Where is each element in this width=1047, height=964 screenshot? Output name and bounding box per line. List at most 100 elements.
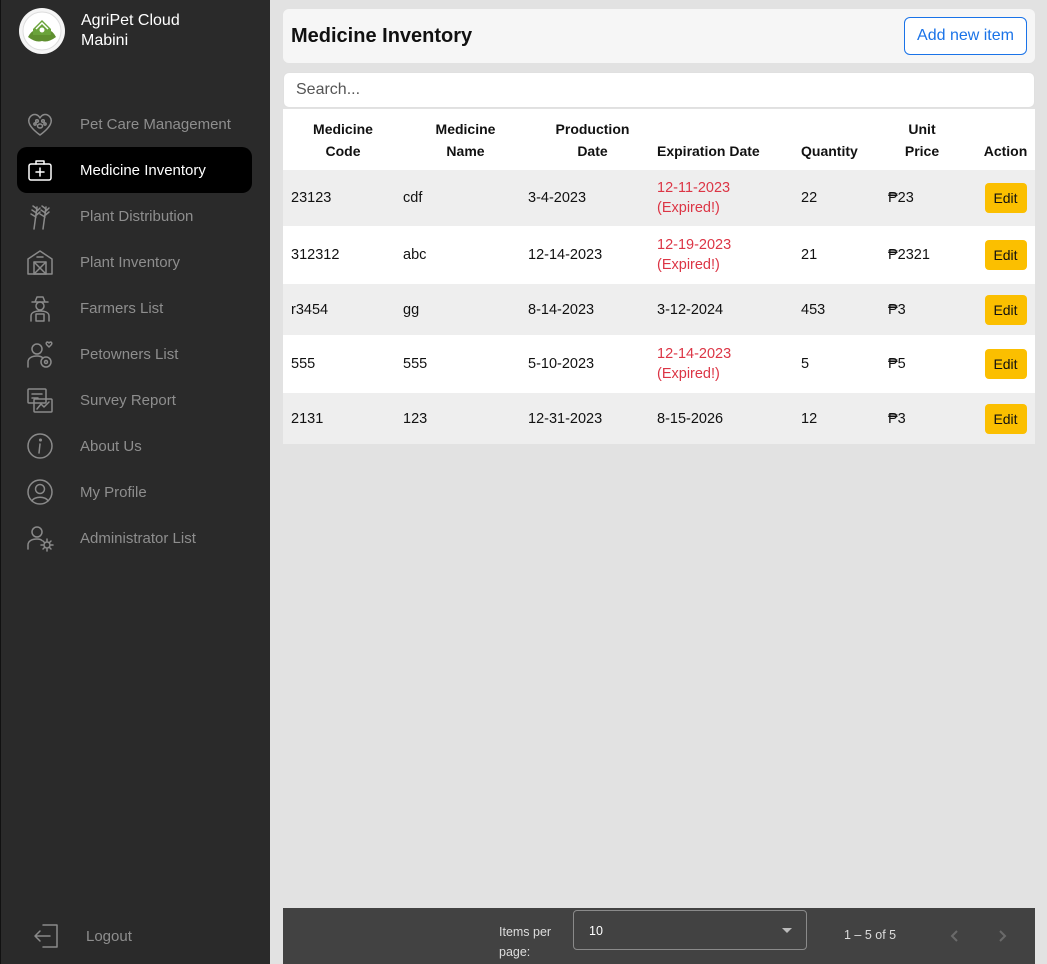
cell-unit-price: ₱2321: [888, 226, 976, 284]
medicine-table: Medicine Code Medicine Name Production Date…: [283, 109, 1035, 444]
expired-label: (Expired!): [657, 257, 720, 273]
paginator: Items per page: 10 1 – 5 of 5: [283, 908, 1035, 964]
cell-quantity: 21: [801, 226, 888, 284]
sidebar-item-about-us[interactable]: About Us: [17, 423, 252, 469]
page-range-label: 1 – 5 of 5: [844, 928, 897, 942]
search-input[interactable]: [283, 72, 1035, 108]
sidebar-item-label: Petowners List: [80, 345, 179, 363]
edit-button[interactable]: Edit: [984, 183, 1027, 213]
column-header-expiration-date[interactable]: Expiration Date: [657, 109, 801, 170]
brand: AgriPet Cloud Mabini: [19, 8, 180, 54]
edit-button[interactable]: Edit: [984, 240, 1027, 270]
table-row: r3454 gg 8-14-2023 3-12-2024 453 ₱3 Edit: [283, 284, 1035, 335]
cell-action: Edit: [976, 170, 1035, 226]
cell-code: 2131: [283, 393, 403, 444]
cell-code: 23123: [283, 170, 403, 226]
sidebar-item-label: Survey Report: [80, 391, 176, 409]
column-header-production-date[interactable]: Production Date: [528, 109, 657, 170]
cell-quantity: 453: [801, 284, 888, 335]
header-text: Price: [904, 143, 940, 159]
cell-code: 312312: [283, 226, 403, 284]
info-icon: [23, 429, 57, 463]
heart-paw-icon: [23, 107, 57, 141]
brand-location: Mabini: [81, 32, 129, 49]
sidebar-item-survey-report[interactable]: Survey Report: [17, 377, 252, 423]
column-header-action: Action: [976, 109, 1035, 170]
cell-expiration-date: 3-12-2024: [657, 284, 801, 335]
expiration-date: 12-19-2023: [657, 237, 732, 253]
header-text: Unit: [908, 121, 936, 137]
header-text: Date: [577, 143, 608, 159]
column-header-quantity[interactable]: Quantity: [801, 109, 888, 170]
sidebar-item-pet-care[interactable]: Pet Care Management: [17, 101, 252, 147]
sidebar-item-label: About Us: [80, 437, 142, 455]
previous-page-button[interactable]: [941, 922, 969, 950]
cell-name: cdf: [403, 170, 528, 226]
expiration-date: 12-11-2023: [657, 180, 731, 196]
cell-production-date: 5-10-2023: [528, 335, 657, 393]
sidebar-item-medicine-inventory[interactable]: Medicine Inventory: [17, 147, 252, 193]
cell-unit-price: ₱5: [888, 335, 976, 393]
header-text: Production: [555, 121, 630, 137]
header-text: Medicine: [435, 121, 496, 137]
logout-button[interactable]: Logout: [23, 914, 132, 958]
cell-code: 555: [283, 335, 403, 393]
cell-expiration-date: 12-11-2023 (Expired!): [657, 170, 801, 226]
chevron-left-icon: [950, 930, 958, 942]
edit-button[interactable]: Edit: [984, 349, 1027, 379]
cell-expiration-date: 12-14-2023 (Expired!): [657, 335, 801, 393]
sidebar-item-plant-distribution[interactable]: Plant Distribution: [17, 193, 252, 239]
items-per-page-text: Items per: [499, 925, 552, 939]
column-header-medicine-name[interactable]: Medicine Name: [403, 109, 528, 170]
farmer-icon: [23, 291, 57, 325]
sidebar: AgriPet Cloud Mabini Pet Care Management…: [0, 0, 270, 964]
agripet-logo: [19, 8, 65, 54]
table-row: 312312 abc 12-14-2023 12-19-2023 (Expired…: [283, 226, 1035, 284]
cell-quantity: 5: [801, 335, 888, 393]
sidebar-item-label: My Profile: [80, 483, 147, 501]
column-header-medicine-code[interactable]: Medicine Code: [283, 109, 403, 170]
sidebar-item-label: Plant Inventory: [80, 253, 181, 271]
sidebar-item-plant-inventory[interactable]: Plant Inventory: [17, 239, 252, 285]
add-new-item-button[interactable]: Add new item: [904, 17, 1027, 55]
wheat-icon: [23, 199, 57, 233]
items-per-page-label: Items per page:: [499, 922, 563, 962]
brand-name: AgriPet Cloud: [81, 12, 180, 29]
column-header-unit-price[interactable]: Unit Price: [888, 109, 976, 170]
expiration-date: 12-14-2023: [657, 346, 732, 362]
dropdown-arrow-icon: [782, 928, 792, 933]
cell-production-date: 12-31-2023: [528, 393, 657, 444]
table-row: 23123 cdf 3-4-2023 12-11-2023 (Expired!) …: [283, 170, 1035, 226]
edit-button[interactable]: Edit: [984, 294, 1027, 325]
barn-icon: [23, 245, 57, 279]
report-chart-icon: [23, 383, 57, 417]
sidebar-item-label: Medicine Inventory: [80, 161, 206, 179]
sidebar-item-farmers-list[interactable]: Farmers List: [17, 285, 252, 331]
cell-quantity: 22: [801, 170, 888, 226]
expired-label: (Expired!): [657, 366, 720, 382]
table-row: 555 555 5-10-2023 12-14-2023 (Expired!) 5…: [283, 335, 1035, 393]
table-header-row: Medicine Code Medicine Name Production Date…: [283, 109, 1035, 170]
sidebar-item-label: Plant Distribution: [80, 207, 194, 225]
cell-action: Edit: [976, 284, 1035, 335]
table-row: 2131 123 12-31-2023 8-15-2026 12 ₱3 Edit: [283, 393, 1035, 444]
page-size-value: 10: [589, 924, 603, 938]
edit-button[interactable]: Edit: [984, 403, 1027, 434]
cell-name: abc: [403, 226, 528, 284]
page-title: Medicine Inventory: [291, 25, 473, 47]
sidebar-item-administrator-list[interactable]: Administrator List: [17, 515, 252, 561]
sidebar-item-my-profile[interactable]: My Profile: [17, 469, 252, 515]
cell-name: 123: [403, 393, 528, 444]
page-size-select[interactable]: 10: [573, 910, 807, 950]
cell-unit-price: ₱3: [888, 284, 976, 335]
next-page-button[interactable]: [988, 922, 1016, 950]
petowner-icon: [23, 337, 57, 371]
cell-name: gg: [403, 284, 528, 335]
cell-expiration-date: 8-15-2026: [657, 393, 801, 444]
logout-icon: [29, 919, 63, 953]
cell-code: r3454: [283, 284, 403, 335]
cell-unit-price: ₱23: [888, 170, 976, 226]
user-gear-icon: [23, 521, 57, 555]
sidebar-item-petowners-list[interactable]: Petowners List: [17, 331, 252, 377]
header-text: Name: [446, 143, 485, 159]
